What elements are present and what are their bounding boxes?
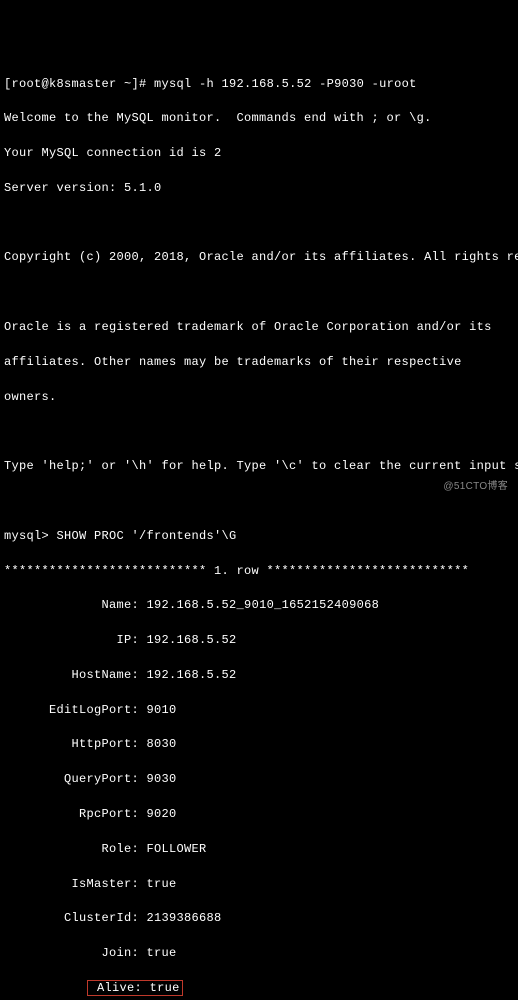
- row-separator: *************************** 1. row *****…: [4, 563, 514, 580]
- alive-value: true: [150, 981, 180, 995]
- field-clusterid: ClusterId: 2139386688: [4, 910, 514, 927]
- mysql-prompt-line[interactable]: mysql> SHOW PROC '/frontends'\G: [4, 528, 514, 545]
- help-line: Type 'help;' or '\h' for help. Type '\c'…: [4, 458, 514, 475]
- mysql-prompt: mysql>: [4, 529, 49, 543]
- watermark: @51CTO博客: [443, 480, 508, 495]
- shell-command: mysql -h 192.168.5.52 -P9030 -uroot: [154, 77, 417, 91]
- field-rpcport: RpcPort: 9020: [4, 806, 514, 823]
- field-ip: IP: 192.168.5.52: [4, 632, 514, 649]
- welcome-line-1: Welcome to the MySQL monitor. Commands e…: [4, 110, 514, 127]
- field-role: Role: FOLLOWER: [4, 841, 514, 858]
- blank-line: [4, 423, 514, 440]
- copyright-line: Copyright (c) 2000, 2018, Oracle and/or …: [4, 249, 514, 266]
- field-editlogport: EditLogPort: 9010: [4, 702, 514, 719]
- trademark-line-2: affiliates. Other names may be trademark…: [4, 354, 514, 371]
- shell-prompt: [root@k8smaster ~]#: [4, 77, 147, 91]
- trademark-line-3: owners.: [4, 389, 514, 406]
- field-name: Name: 192.168.5.52_9010_1652152409068: [4, 597, 514, 614]
- field-alive: Alive: true: [4, 980, 514, 997]
- alive-highlight: Alive: true: [87, 980, 183, 996]
- alive-label: Alive:: [97, 981, 142, 995]
- field-hostname: HostName: 192.168.5.52: [4, 667, 514, 684]
- trademark-line-1: Oracle is a registered trademark of Orac…: [4, 319, 514, 336]
- blank-line: [4, 284, 514, 301]
- field-join: Join: true: [4, 945, 514, 962]
- field-ismaster: IsMaster: true: [4, 876, 514, 893]
- blank-line: [4, 493, 514, 510]
- blank-line: [4, 215, 514, 232]
- field-httpport: HttpPort: 8030: [4, 736, 514, 753]
- shell-prompt-line: [root@k8smaster ~]# mysql -h 192.168.5.5…: [4, 76, 514, 93]
- mysql-query: SHOW PROC '/frontends'\G: [57, 529, 237, 543]
- welcome-line-3: Server version: 5.1.0: [4, 180, 514, 197]
- field-queryport: QueryPort: 9030: [4, 771, 514, 788]
- welcome-line-2: Your MySQL connection id is 2: [4, 145, 514, 162]
